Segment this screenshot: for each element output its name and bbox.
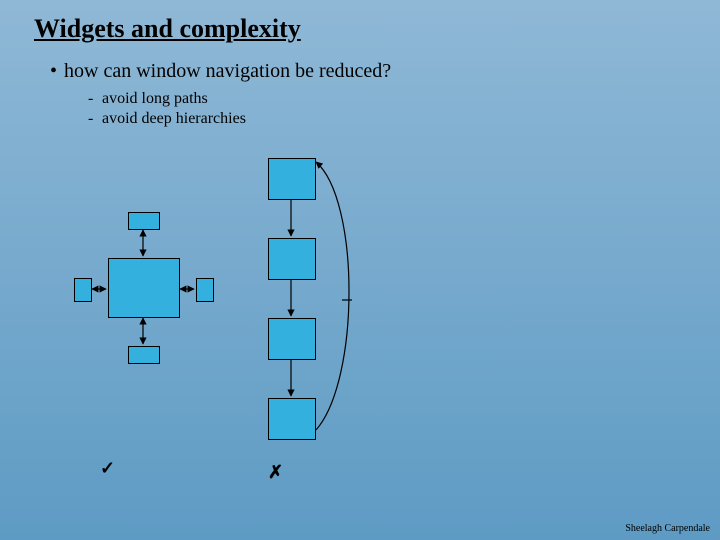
crossmark-icon: ✗	[268, 462, 283, 483]
right-back-arc	[316, 162, 349, 430]
slide: Widgets and complexity •how can window n…	[0, 0, 720, 540]
author-credit: Sheelagh Carpendale	[625, 523, 710, 534]
checkmark-icon: ✓	[100, 458, 115, 479]
